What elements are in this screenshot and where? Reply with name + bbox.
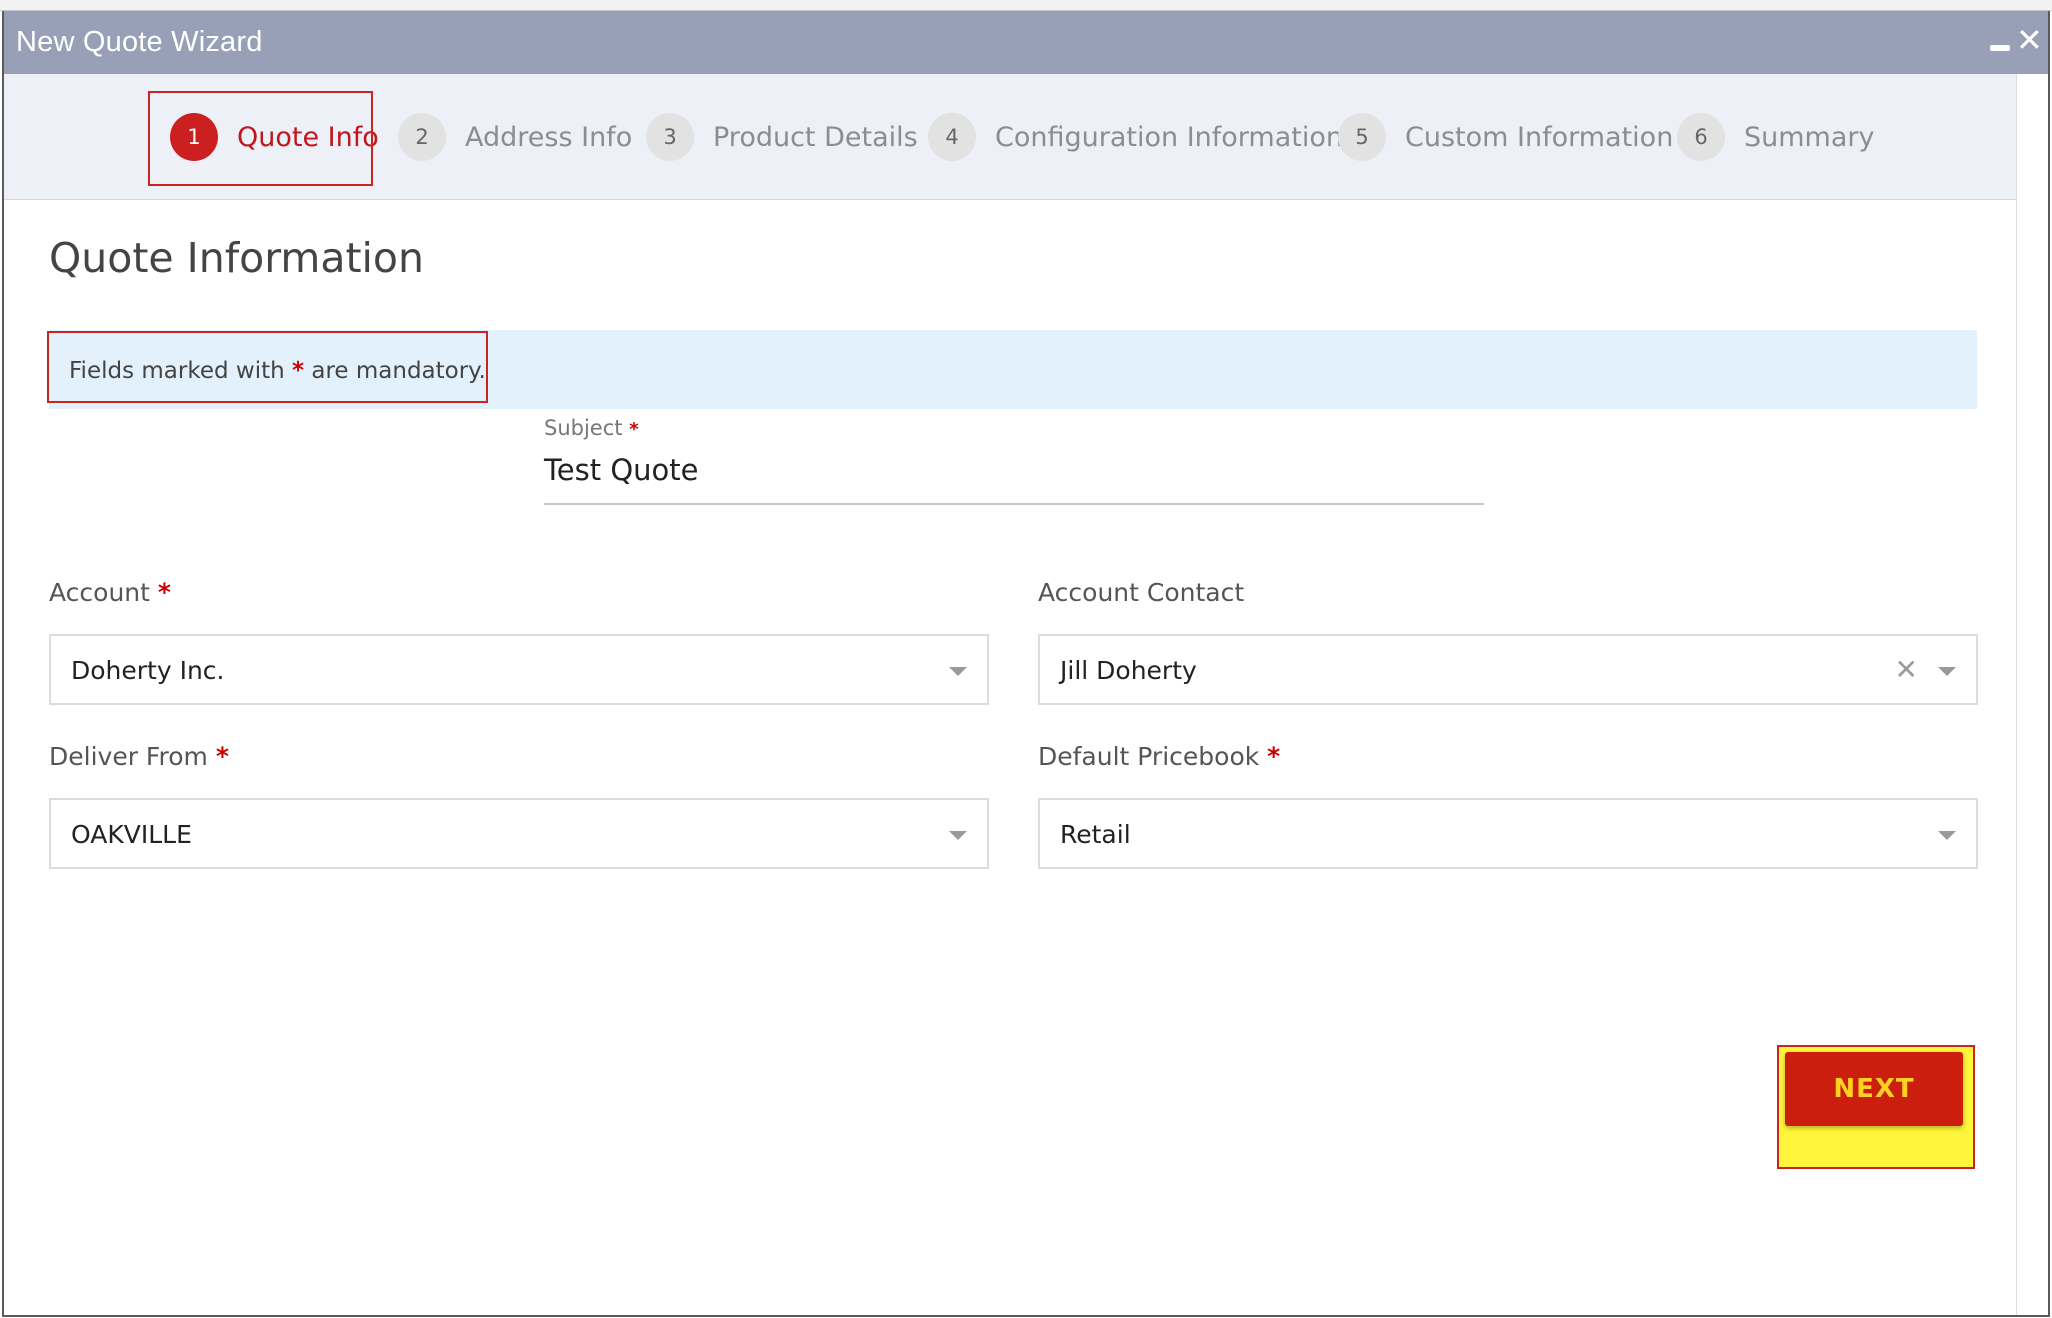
deliver-from-label-text: Deliver From bbox=[49, 742, 208, 771]
account-select[interactable]: Doherty Inc. bbox=[49, 634, 989, 705]
next-button[interactable]: NEXT bbox=[1785, 1052, 1963, 1126]
deliver-from-select[interactable]: OAKVILLE bbox=[49, 798, 989, 869]
wizard-steps: 1 Quote Info 2 Address Info 3 Product De… bbox=[4, 74, 2020, 200]
step-number: 6 bbox=[1677, 113, 1725, 161]
vertical-scrollbar[interactable] bbox=[2016, 74, 2048, 1315]
default-pricebook-label: Default Pricebook * bbox=[1038, 742, 1280, 771]
default-pricebook-label-text: Default Pricebook bbox=[1038, 742, 1260, 771]
step-product-details[interactable]: 3 Product Details bbox=[646, 74, 918, 200]
step-number: 3 bbox=[646, 113, 694, 161]
step-number: 2 bbox=[398, 113, 446, 161]
required-asterisk: * bbox=[157, 578, 171, 607]
step-label: Product Details bbox=[713, 121, 918, 153]
deliver-from-label: Deliver From * bbox=[49, 742, 229, 771]
step-label: Summary bbox=[1744, 121, 1875, 153]
step-label: Configuration Information bbox=[995, 121, 1343, 153]
account-contact-label: Account Contact bbox=[1038, 578, 1245, 607]
page-title: Quote Information bbox=[49, 234, 425, 282]
active-step-highlight bbox=[148, 91, 373, 186]
deliver-from-value: OAKVILLE bbox=[71, 820, 192, 849]
required-asterisk: * bbox=[215, 742, 229, 771]
step-number: 4 bbox=[928, 113, 976, 161]
quote-wizard-window: New Quote Wizard ✕ 1 Quote Info 2 Addres… bbox=[2, 11, 2050, 1317]
step-number: 5 bbox=[1338, 113, 1386, 161]
info-text-highlight bbox=[47, 331, 488, 403]
chevron-down-icon[interactable] bbox=[1938, 667, 1956, 676]
clear-icon[interactable]: ✕ bbox=[1895, 653, 1918, 686]
chevron-down-icon[interactable] bbox=[949, 831, 967, 840]
subject-label: Subject * bbox=[544, 416, 639, 440]
required-asterisk: * bbox=[1267, 742, 1281, 771]
minimize-icon[interactable] bbox=[1990, 45, 2010, 51]
subject-underline bbox=[544, 503, 1484, 505]
subject-label-text: Subject bbox=[544, 416, 623, 440]
step-address-info[interactable]: 2 Address Info bbox=[398, 74, 632, 200]
chevron-down-icon[interactable] bbox=[949, 667, 967, 676]
step-configuration-information[interactable]: 4 Configuration Information bbox=[928, 74, 1343, 200]
account-contact-value: Jill Doherty bbox=[1060, 656, 1197, 685]
step-summary[interactable]: 6 Summary bbox=[1677, 74, 1874, 200]
required-asterisk: * bbox=[629, 419, 639, 440]
subject-input[interactable]: Test Quote bbox=[544, 453, 699, 487]
account-label: Account * bbox=[49, 578, 171, 607]
close-icon[interactable]: ✕ bbox=[2016, 24, 2043, 56]
default-pricebook-select[interactable]: Retail bbox=[1038, 798, 1978, 869]
screen-top-edge bbox=[0, 0, 2052, 11]
default-pricebook-value: Retail bbox=[1060, 820, 1131, 849]
account-label-text: Account bbox=[49, 578, 150, 607]
chevron-down-icon[interactable] bbox=[1938, 831, 1956, 840]
account-contact-select[interactable]: Jill Doherty ✕ bbox=[1038, 634, 1978, 705]
account-value: Doherty Inc. bbox=[71, 656, 225, 685]
step-label: Custom Information bbox=[1405, 121, 1674, 153]
window-title: New Quote Wizard bbox=[16, 26, 263, 58]
title-bar: New Quote Wizard ✕ bbox=[4, 11, 2048, 74]
step-custom-information[interactable]: 5 Custom Information bbox=[1338, 74, 1673, 200]
step-label: Address Info bbox=[465, 121, 633, 153]
